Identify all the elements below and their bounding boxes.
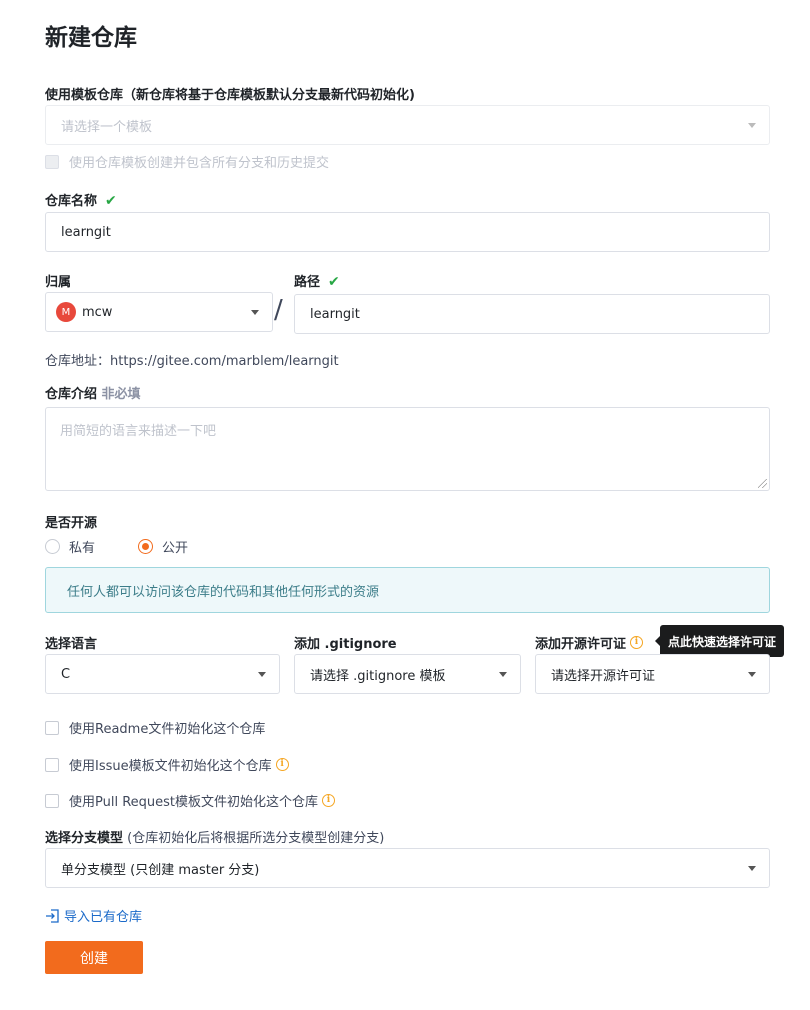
- branch-model-label-row: 选择分支模型 (仓库初始化后将根据所选分支模型创建分支): [45, 827, 384, 846]
- path-label-row: 路径 ✔: [294, 271, 340, 290]
- visibility-private-option[interactable]: 私有: [45, 537, 95, 556]
- init-pr-label: 使用Pull Request模板文件初始化这个仓库: [69, 795, 319, 810]
- template-select[interactable]: 请选择一个模板: [45, 105, 770, 145]
- branch-model-hint: (仓库初始化后将根据所选分支模型创建分支): [123, 831, 385, 846]
- resize-grip-icon[interactable]: [758, 479, 767, 488]
- avatar: M: [56, 302, 76, 322]
- branch-model-select[interactable]: 单分支模型 (只创建 master 分支): [45, 848, 770, 888]
- import-repo-label: 导入已有仓库: [64, 910, 143, 925]
- path-input[interactable]: learngit: [294, 294, 770, 334]
- visibility-label: 是否开源: [45, 516, 98, 531]
- template-label: 使用模板仓库（新仓库将基于仓库模板默认分支最新代码初始化): [45, 88, 415, 103]
- visibility-notice: 任何人都可以访问该仓库的代码和其他任何形式的资源: [45, 567, 770, 613]
- public-radio[interactable]: [138, 539, 154, 554]
- description-textarea[interactable]: 用简短的语言来描述一下吧: [45, 407, 770, 491]
- path-separator: /: [274, 295, 283, 325]
- owner-select[interactable]: M mcw: [45, 292, 273, 332]
- check-icon: ✔: [105, 193, 117, 209]
- import-icon: [46, 908, 59, 923]
- repo-name-value: learngit: [61, 224, 111, 240]
- chevron-down-icon: [748, 866, 756, 871]
- description-label: 仓库介绍: [45, 387, 98, 402]
- repo-url-value: https://gitee.com/marblem/learngit: [110, 354, 339, 369]
- init-pr-option[interactable]: 使用Pull Request模板文件初始化这个仓库 i: [45, 791, 336, 810]
- repo-url-row: 仓库地址：https://gitee.com/marblem/learngit: [45, 350, 339, 369]
- chevron-down-icon: [258, 672, 266, 677]
- import-repo-link[interactable]: 导入已有仓库: [45, 906, 142, 925]
- repo-url-label: 仓库地址：: [45, 354, 111, 369]
- include-branches-label: 使用仓库模板创建并包含所有分支和历史提交: [69, 156, 330, 171]
- description-optional: 非必填: [101, 387, 141, 402]
- chevron-down-icon: [499, 672, 507, 677]
- owner-label: 归属: [45, 275, 72, 290]
- gitignore-select[interactable]: 请选择 .gitignore 模板: [294, 654, 521, 694]
- repo-name-input[interactable]: learngit: [45, 212, 770, 252]
- chevron-down-icon: [251, 310, 259, 315]
- description-placeholder: 用简短的语言来描述一下吧: [60, 424, 217, 439]
- visibility-public-option[interactable]: 公开: [138, 537, 188, 556]
- repo-name-label: 仓库名称: [45, 194, 98, 209]
- include-branches-option[interactable]: 使用仓库模板创建并包含所有分支和历史提交: [45, 152, 329, 171]
- language-label: 选择语言: [45, 637, 98, 652]
- license-label: 添加开源许可证: [535, 637, 627, 652]
- owner-value: mcw: [82, 304, 113, 320]
- template-placeholder: 请选择一个模板: [61, 119, 153, 135]
- branch-model-value: 单分支模型 (只创建 master 分支): [61, 862, 260, 878]
- license-value: 请选择开源许可证: [551, 668, 656, 684]
- path-value: learngit: [310, 306, 360, 322]
- init-readme-label: 使用Readme文件初始化这个仓库: [69, 722, 266, 737]
- init-issue-label: 使用Issue模板文件初始化这个仓库: [69, 759, 272, 774]
- check-icon: ✔: [328, 274, 340, 290]
- gitignore-value: 请选择 .gitignore 模板: [310, 668, 446, 684]
- include-branches-checkbox[interactable]: [45, 154, 59, 169]
- info-icon[interactable]: i: [322, 794, 336, 807]
- license-label-row: 添加开源许可证 i: [535, 633, 644, 652]
- language-value: C: [61, 666, 71, 682]
- path-label: 路径: [294, 275, 321, 290]
- branch-model-label: 选择分支模型: [45, 831, 124, 846]
- language-select[interactable]: C: [45, 654, 280, 694]
- chevron-down-icon: [748, 672, 756, 677]
- visibility-options: 私有 公开: [45, 537, 188, 556]
- init-readme-checkbox[interactable]: [45, 720, 59, 735]
- init-pr-checkbox[interactable]: [45, 793, 59, 808]
- private-radio[interactable]: [45, 539, 60, 554]
- create-button[interactable]: 创建: [45, 941, 143, 974]
- info-icon[interactable]: i: [630, 636, 644, 649]
- license-tooltip: 点此快速选择许可证: [655, 625, 784, 657]
- init-issue-option[interactable]: 使用Issue模板文件初始化这个仓库 i: [45, 755, 289, 774]
- gitignore-label: 添加 .gitignore: [294, 637, 397, 652]
- license-select[interactable]: 请选择开源许可证: [535, 654, 770, 694]
- repo-name-label-row: 仓库名称 ✔: [45, 190, 117, 209]
- init-readme-option[interactable]: 使用Readme文件初始化这个仓库: [45, 718, 265, 737]
- visibility-notice-text: 任何人都可以访问该仓库的代码和其他任何形式的资源: [67, 584, 380, 600]
- private-label: 私有: [69, 541, 96, 556]
- page-title: 新建仓库: [45, 25, 137, 51]
- license-tooltip-text: 点此快速选择许可证: [667, 634, 776, 649]
- description-label-row: 仓库介绍 非必填: [45, 383, 141, 402]
- info-icon[interactable]: i: [275, 758, 289, 771]
- init-issue-checkbox[interactable]: [45, 757, 59, 772]
- chevron-down-icon: [748, 123, 756, 128]
- public-label: 公开: [162, 541, 189, 556]
